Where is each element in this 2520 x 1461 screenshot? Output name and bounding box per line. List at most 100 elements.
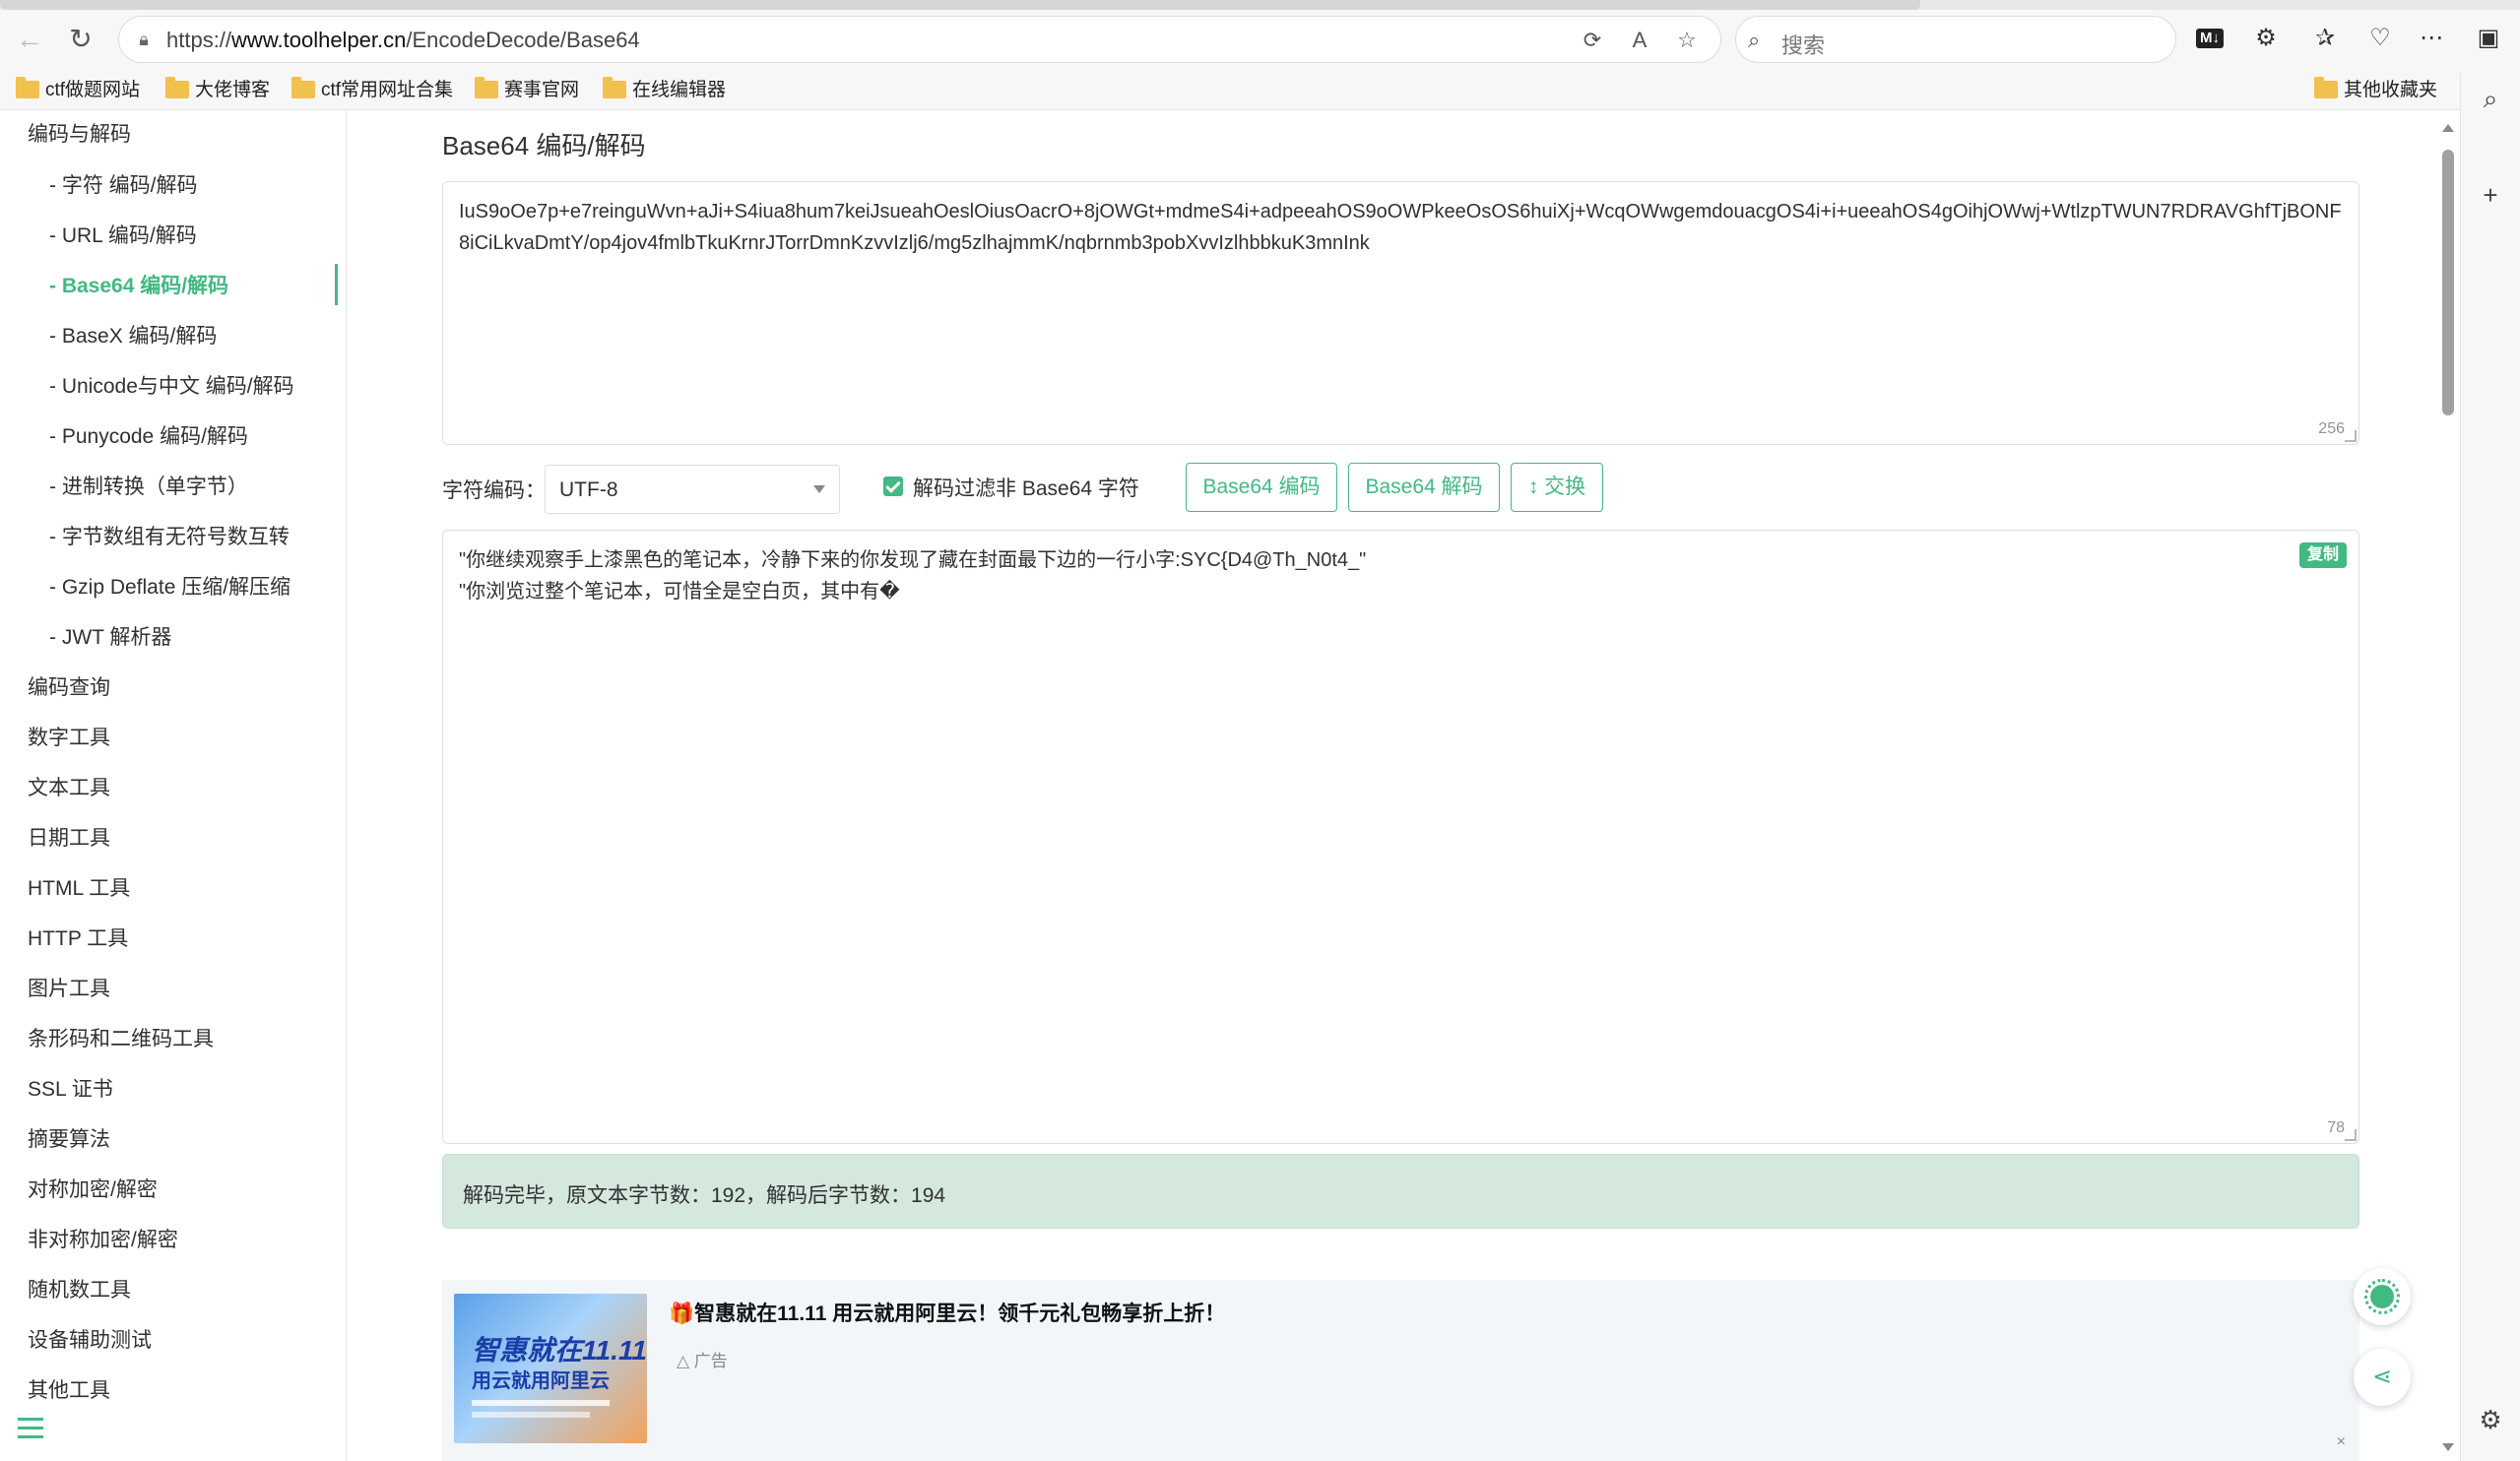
sidebar-item-symmetric[interactable]: 对称加密/解密 — [28, 1174, 158, 1203]
read-aloud-icon[interactable]: A — [1626, 27, 1653, 54]
ad-title[interactable]: 🎁智惠就在11.11 用云就用阿里云！领千元礼包畅享折上折！ — [669, 1298, 1225, 1327]
filter-label[interactable]: 解码过滤非 Base64 字符 — [913, 473, 1139, 502]
charset-select[interactable]: UTF-8 — [545, 465, 840, 514]
sidebar-item-jwt[interactable]: - JWT 解析器 — [49, 621, 171, 651]
output-line: "你浏览过整个笔记本，可惜全是空白页，其中有� — [459, 581, 900, 603]
input-char-count: 256 — [2318, 420, 2345, 437]
scroll-down-icon[interactable] — [2442, 1443, 2454, 1451]
url-text[interactable]: https://www.toolhelper.cn/EncodeDecode/B… — [166, 29, 640, 52]
sidebar-item-text-tools[interactable]: 文本工具 — [28, 772, 110, 801]
folder-icon — [16, 77, 39, 98]
favorites-icon[interactable]: ✰ — [2308, 22, 2342, 55]
sidebar-item-other-tools[interactable]: 其他工具 — [28, 1374, 110, 1404]
search-icon: ⌕ — [1748, 28, 1761, 52]
sidebar-item-ssl[interactable]: SSL 证书 — [28, 1073, 113, 1103]
status-text: 解码完毕，原文本字节数：192，解码后字节数：194 — [463, 1184, 946, 1207]
controls-row: 字符编码： UTF-8 解码过滤非 Base64 字符 Base64 编码 Ba… — [442, 463, 2313, 514]
input-text: IuS9oOe7p+e7reinguWvn+aJi+S4iua8hum7keiJ… — [459, 201, 2342, 254]
ad-tag-label: 广告 — [693, 1352, 728, 1370]
search-icon[interactable]: ⌕ — [2475, 83, 2506, 114]
resize-handle-icon[interactable] — [2345, 430, 2357, 442]
resize-handle-icon[interactable] — [2345, 1129, 2357, 1141]
translate-icon[interactable]: ⟳ — [1579, 27, 1606, 54]
sidebar-item-asymmetric[interactable]: 非对称加密/解密 — [28, 1224, 178, 1253]
markdown-icon[interactable]: M↓ — [2196, 29, 2224, 48]
sidebar-item-base64[interactable]: - Base64 编码/解码 — [49, 270, 228, 299]
browser-right-rail: ⌕ + ⚙ — [2460, 73, 2520, 1461]
scroll-up-icon[interactable] — [2442, 124, 2454, 132]
ad-image-decoration — [472, 1412, 590, 1418]
browser-essentials-icon[interactable]: ♡ — [2363, 22, 2397, 55]
bookmark-other-folder[interactable]: 其他收藏夹 — [2314, 77, 2437, 104]
sidebar-item-image-tools[interactable]: 图片工具 — [28, 973, 110, 1002]
ad-banner[interactable]: 智惠就在11.11 用云就用阿里云 🎁智惠就在11.11 用云就用阿里云！领千元… — [442, 1280, 2359, 1461]
output-line: "你继续观察手上漆黑色的笔记本，冷静下来的你发现了藏在封面最下边的一行小字:SY… — [459, 549, 1367, 571]
sidebar-item-date-tools[interactable]: 日期工具 — [28, 822, 110, 852]
active-tab[interactable] — [0, 0, 1920, 10]
address-bar[interactable]: 🔒︎ https://www.toolhelper.cn/EncodeDecod… — [118, 16, 1721, 63]
url-prefix: https:// — [166, 28, 232, 52]
bookmark-folder[interactable]: 在线编辑器 — [603, 77, 726, 104]
gear-icon[interactable]: ⚙ — [2475, 1404, 2506, 1435]
ad-image[interactable]: 智惠就在11.11 用云就用阿里云 — [454, 1294, 647, 1443]
scrollbar-thumb[interactable] — [2442, 150, 2454, 415]
folder-icon — [603, 77, 626, 98]
sidebar-item-basex[interactable]: - BaseX 编码/解码 — [49, 320, 217, 349]
sidebar-item-http-tools[interactable]: HTTP 工具 — [28, 922, 128, 952]
folder-icon — [165, 77, 189, 98]
main-content: Base64 编码/解码 IuS9oOe7p+e7reinguWvn+aJi+S… — [347, 110, 2436, 1461]
copy-button[interactable]: 复制 — [2298, 542, 2347, 568]
bookmark-label: 其他收藏夹 — [2344, 80, 2438, 100]
sidebar-item-number-tools[interactable]: 数字工具 — [28, 722, 110, 751]
tab-strip — [0, 0, 2520, 10]
share-icon: ⋖ — [2371, 1364, 2393, 1390]
folder-icon — [2314, 77, 2338, 98]
page-scrollbar[interactable] — [2436, 118, 2460, 1461]
sidebar-item-byte-array[interactable]: - 字节数组有无符号数互转 — [49, 521, 290, 550]
sidebar-item-punycode[interactable]: - Punycode 编码/解码 — [49, 420, 248, 450]
sidebar-item-barcode-tools[interactable]: 条形码和二维码工具 — [28, 1023, 214, 1052]
share-button[interactable]: ⋖ — [2354, 1349, 2411, 1406]
base64-decode-button[interactable]: Base64 解码 — [1348, 463, 1500, 512]
sidebar-toggle-icon[interactable]: ▣ — [2472, 22, 2505, 55]
sidebar-item-url[interactable]: - URL 编码/解码 — [49, 220, 197, 249]
back-arrow-icon[interactable]: ← — [12, 22, 47, 57]
add-icon[interactable]: + — [2475, 179, 2506, 211]
sidebar-item-radix[interactable]: - 进制转换（单字节） — [49, 471, 248, 500]
filter-checkbox[interactable] — [883, 476, 903, 496]
sidebar-item-encoding-query[interactable]: 编码查询 — [28, 671, 110, 701]
sidebar-item-unicode[interactable]: - Unicode与中文 编码/解码 — [49, 370, 294, 400]
bookmark-folder[interactable]: 大佬博客 — [165, 77, 270, 104]
ad-close-icon[interactable]: × — [2337, 1433, 2346, 1451]
ad-image-subline: 用云就用阿里云 — [472, 1370, 610, 1392]
sidebar-active-indicator — [335, 264, 338, 305]
bookmark-label: 赛事官网 — [504, 80, 580, 100]
sidebar-item-digest[interactable]: 摘要算法 — [28, 1123, 110, 1153]
theme-toggle-button[interactable] — [2354, 1268, 2411, 1325]
sidebar-item-gzip[interactable]: - Gzip Deflate 压缩/解压缩 — [49, 571, 291, 601]
output-text: "你继续观察手上漆黑色的笔记本，冷静下来的你发现了藏在封面最下边的一行小字:SY… — [459, 544, 2346, 607]
menu-toggle-icon[interactable] — [18, 1418, 43, 1439]
favorite-star-icon[interactable]: ☆ — [1673, 27, 1701, 54]
extensions-icon[interactable]: ⚙ — [2249, 22, 2283, 55]
output-textarea[interactable]: "你继续观察手上漆黑色的笔记本，冷静下来的你发现了藏在封面最下边的一行小字:SY… — [442, 530, 2359, 1144]
ad-tag: △ 广告 — [677, 1347, 728, 1371]
ad-icon: △ — [677, 1352, 694, 1370]
more-menu-icon[interactable]: ⋯ — [2415, 22, 2448, 55]
swap-button[interactable]: ↕ 交换 — [1511, 463, 1603, 512]
sidebar-item-html-tools[interactable]: HTML 工具 — [28, 872, 130, 902]
base64-encode-button[interactable]: Base64 编码 — [1186, 463, 1337, 512]
bookmark-folder[interactable]: 赛事官网 — [475, 77, 579, 104]
input-textarea[interactable]: IuS9oOe7p+e7reinguWvn+aJi+S4iua8hum7keiJ… — [442, 181, 2359, 445]
sidebar-item-char[interactable]: - 字符 编码/解码 — [49, 169, 198, 199]
sidebar-item-random[interactable]: 随机数工具 — [28, 1274, 131, 1303]
refresh-icon[interactable]: ↻ — [63, 22, 98, 57]
bookmark-folder[interactable]: ctf做题网站 — [16, 77, 140, 104]
sidebar-item-device-test[interactable]: 设备辅助测试 — [28, 1324, 152, 1354]
browser-search-box[interactable]: ⌕ 搜索 — [1735, 16, 2176, 63]
lock-icon[interactable]: 🔒︎ — [133, 29, 155, 50]
folder-icon — [475, 77, 498, 98]
sidebar-section-encode-decode[interactable]: 编码与解码 — [28, 118, 131, 148]
bookmark-folder[interactable]: ctf常用网址合集 — [291, 77, 453, 104]
bookmark-label: ctf做题网站 — [45, 80, 141, 100]
